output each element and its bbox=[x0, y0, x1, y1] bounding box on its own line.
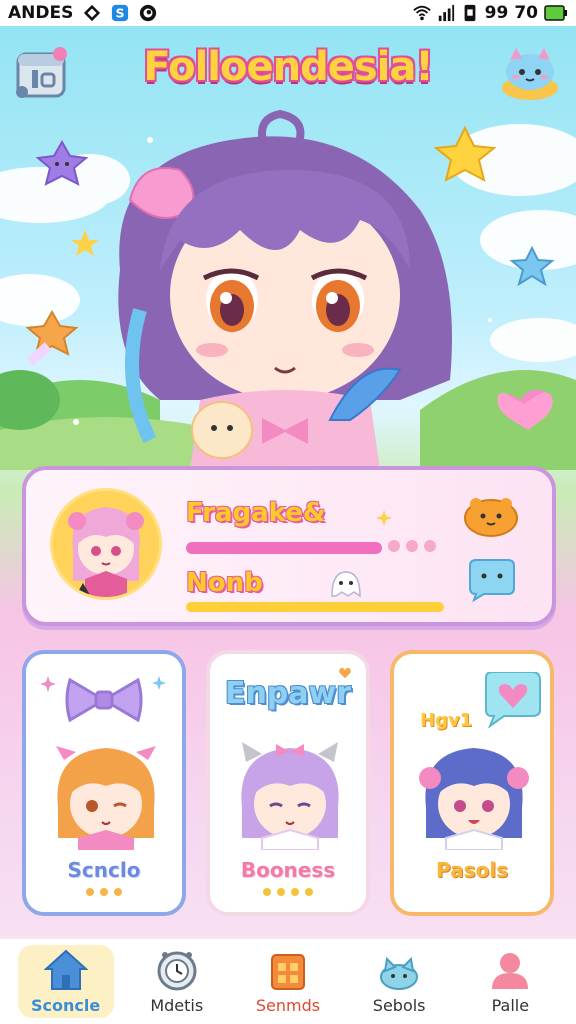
character-card-1[interactable]: Scnclo bbox=[22, 650, 186, 916]
status-bar: ANDES S 99 70 bbox=[0, 0, 576, 26]
nav-label-cat: Sebols bbox=[372, 996, 426, 1015]
heart-icon bbox=[339, 667, 351, 679]
nav-label-shop: Senmds bbox=[255, 996, 321, 1015]
character-name-1: Scnclo bbox=[67, 858, 141, 882]
svg-text:S: S bbox=[116, 6, 125, 21]
chat-bubble-icon[interactable] bbox=[462, 558, 520, 602]
profile-progress-bar bbox=[186, 542, 382, 554]
character-avatar-orange bbox=[56, 746, 156, 850]
sim-icon bbox=[464, 4, 476, 22]
profile-card[interactable]: Fragake& Nonb bbox=[22, 466, 556, 626]
profile-avatar[interactable] bbox=[50, 488, 162, 600]
sparkle-icon bbox=[40, 676, 56, 692]
battery-text: 70 bbox=[514, 3, 538, 23]
diamond-icon bbox=[84, 4, 101, 22]
character-avatar-lavender bbox=[241, 742, 339, 850]
nav-item-cat[interactable]: Sebols bbox=[351, 945, 447, 1018]
character-card-3[interactable]: Hgv1 Pasols bbox=[390, 650, 554, 916]
wifi-icon bbox=[412, 5, 431, 21]
cat-cup-icon bbox=[502, 48, 558, 100]
home-icon bbox=[43, 948, 89, 992]
signal-icon bbox=[438, 4, 454, 22]
heart-bubble-icon bbox=[485, 672, 541, 728]
hero-scene bbox=[0, 109, 576, 470]
character-card-title-3: Hgv1 bbox=[420, 710, 473, 731]
bread-icon[interactable] bbox=[462, 494, 520, 538]
nav-label-profile: Palle bbox=[491, 996, 530, 1015]
nav-item-profile[interactable]: Palle bbox=[462, 945, 558, 1018]
nav-label-home: Sconcle bbox=[30, 996, 101, 1015]
sparkle-icon bbox=[376, 510, 392, 526]
character-name-3: Pasols bbox=[435, 858, 509, 882]
cat-icon bbox=[376, 948, 422, 992]
carrier-name: ANDES bbox=[8, 3, 74, 23]
bottom-nav: Sconcle Mdetis Senmds Sebols Palle bbox=[0, 938, 576, 1024]
profile-status-bar bbox=[186, 602, 444, 612]
character-card-title-2: Enpawr bbox=[224, 676, 352, 711]
swirl-icon bbox=[140, 4, 157, 22]
battery-icon bbox=[544, 5, 567, 21]
nav-item-home[interactable]: Sconcle bbox=[17, 945, 114, 1018]
nav-item-shop[interactable]: Senmds bbox=[240, 945, 336, 1018]
ghost-icon bbox=[331, 571, 361, 598]
nav-label-clock: Mdetis bbox=[150, 996, 204, 1015]
bow-icon bbox=[65, 677, 143, 723]
nav-item-clock[interactable]: Mdetis bbox=[129, 945, 225, 1018]
profile-status: Nonb bbox=[186, 568, 263, 598]
character-card-2[interactable]: Enpawr Booness bbox=[206, 650, 370, 916]
hero-illustration bbox=[0, 100, 576, 470]
progress-dots bbox=[388, 540, 436, 552]
time-text: 99 bbox=[484, 3, 509, 23]
card-dots-2 bbox=[210, 888, 366, 896]
character-name-2: Booness bbox=[240, 858, 336, 882]
clock-icon bbox=[154, 948, 200, 992]
person-icon bbox=[487, 948, 533, 992]
sparkle-icon bbox=[152, 676, 166, 690]
cat-cup-button[interactable] bbox=[500, 42, 560, 102]
avatar-girl-icon bbox=[53, 491, 159, 597]
app-s-icon: S bbox=[112, 4, 129, 22]
shop-icon bbox=[265, 948, 311, 992]
character-avatar-blue bbox=[419, 748, 529, 850]
app-title: Folloendesia! bbox=[143, 44, 433, 90]
card-dots-1 bbox=[26, 888, 182, 896]
profile-name: Fragake& bbox=[186, 498, 326, 528]
